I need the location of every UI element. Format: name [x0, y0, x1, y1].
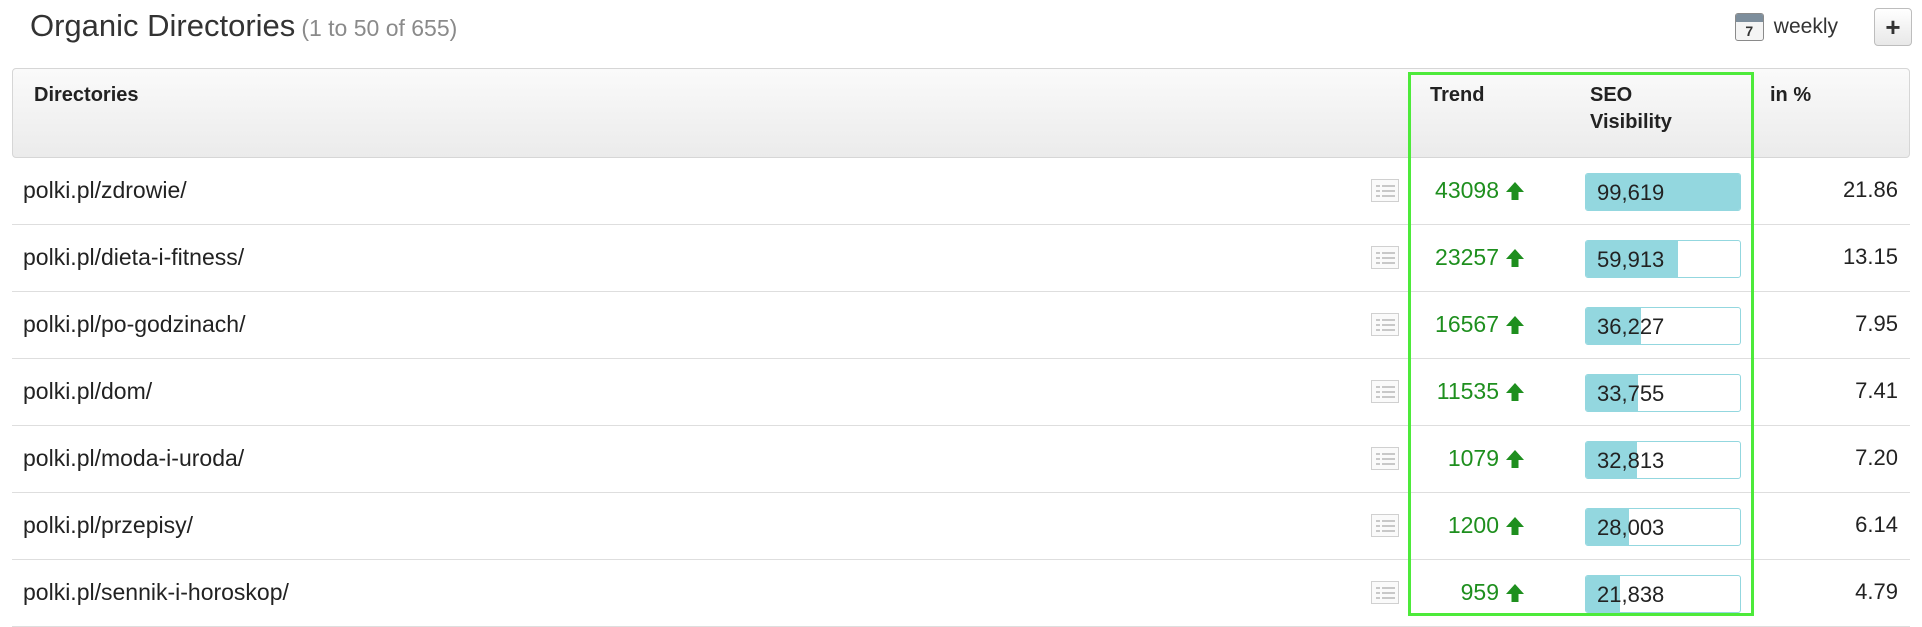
trend-value: 1200 — [1448, 512, 1525, 539]
list-detail-icon[interactable] — [1371, 514, 1399, 537]
list-detail-icon[interactable] — [1371, 246, 1399, 269]
seo-visibility-bar: 36,227 — [1585, 307, 1741, 345]
directory-link[interactable]: polki.pl/zdrowie/ — [23, 177, 187, 204]
seo-visibility-bar: 28,003 — [1585, 508, 1741, 546]
seo-visibility-value: 36,227 — [1597, 314, 1665, 339]
trend-number: 23257 — [1435, 244, 1499, 270]
percent-value: 6.14 — [1855, 512, 1898, 537]
seo-visibility-value: 59,913 — [1597, 247, 1665, 272]
trend-number: 959 — [1460, 579, 1499, 605]
trend-value: 959 — [1461, 579, 1525, 606]
directory-link[interactable]: polki.pl/sennik-i-horoskop/ — [23, 579, 289, 606]
seo-visibility-bar: 32,813 — [1585, 441, 1741, 479]
arrow-up-icon — [1506, 181, 1524, 200]
directories-table: Directories Trend SEO Visibility in % po… — [12, 68, 1910, 627]
arrow-up-icon — [1506, 516, 1524, 535]
column-header-directories[interactable]: Directories — [34, 82, 139, 109]
seo-visibility-bar: 59,913 — [1585, 240, 1741, 278]
interval-label: weekly — [1773, 15, 1838, 38]
percent-value: 7.95 — [1855, 311, 1898, 336]
seo-visibility-value: 28,003 — [1597, 515, 1665, 540]
trend-value: 23257 — [1435, 244, 1525, 271]
page-title: Organic Directories (1 to 50 of 655) — [30, 8, 457, 44]
table-header: Directories Trend SEO Visibility in % — [12, 68, 1910, 158]
trend-value: 43098 — [1435, 177, 1525, 204]
calendar-icon: 7 — [1734, 13, 1764, 41]
plus-icon: + — [1885, 11, 1901, 42]
percent-value: 21.86 — [1842, 177, 1898, 202]
seo-visibility-value: 99,619 — [1597, 180, 1665, 205]
arrow-up-icon — [1506, 315, 1524, 334]
seo-visibility-value: 32,813 — [1597, 448, 1665, 473]
directory-link[interactable]: polki.pl/dom/ — [23, 378, 152, 405]
directory-link[interactable]: polki.pl/przepisy/ — [23, 512, 193, 539]
directory-link[interactable]: polki.pl/moda-i-uroda/ — [23, 445, 244, 472]
table-body: polki.pl/zdrowie/ 43098 99,619 21.86 pol… — [12, 158, 1910, 627]
trend-number: 11535 — [1436, 378, 1499, 404]
result-range: (1 to 50 of 655) — [301, 15, 458, 41]
list-detail-icon[interactable] — [1371, 581, 1399, 604]
list-detail-icon[interactable] — [1371, 380, 1399, 403]
seo-visibility-bar: 99,619 — [1585, 173, 1741, 211]
list-detail-icon[interactable] — [1371, 447, 1399, 470]
trend-value: 16567 — [1435, 311, 1525, 338]
directory-link[interactable]: polki.pl/po-godzinach/ — [23, 311, 245, 338]
trend-number: 1200 — [1447, 512, 1499, 538]
trend-value: 1079 — [1448, 445, 1525, 472]
seo-visibility-value: 33,755 — [1597, 381, 1665, 406]
interval-selector[interactable]: 7 weekly — [1734, 13, 1838, 41]
seo-visibility-bar: 33,755 — [1585, 374, 1741, 412]
table-row: polki.pl/moda-i-uroda/ 1079 32,813 7.20 — [12, 426, 1910, 493]
table-row: polki.pl/dom/ 11535 33,755 7.41 — [12, 359, 1910, 426]
trend-number: 1079 — [1447, 445, 1499, 471]
column-header-trend[interactable]: Trend — [1430, 82, 1484, 109]
seo-visibility-value: 21,838 — [1597, 582, 1665, 607]
table-row: polki.pl/przepisy/ 1200 28,003 6.14 — [12, 493, 1910, 560]
arrow-up-icon — [1506, 583, 1524, 602]
column-header-in-percent[interactable]: in % — [1770, 82, 1811, 109]
add-button[interactable]: + — [1874, 8, 1912, 46]
table-row: polki.pl/zdrowie/ 43098 99,619 21.86 — [12, 158, 1910, 225]
arrow-up-icon — [1506, 449, 1524, 468]
trend-number: 16567 — [1435, 311, 1499, 337]
percent-value: 7.41 — [1855, 378, 1898, 403]
seo-visibility-bar: 21,838 — [1585, 575, 1741, 613]
list-detail-icon[interactable] — [1371, 313, 1399, 336]
column-header-seo-visibility[interactable]: SEO Visibility — [1590, 82, 1700, 136]
table-row: polki.pl/po-godzinach/ 16567 36,227 7.95 — [12, 292, 1910, 359]
table-row: polki.pl/sennik-i-horoskop/ 959 21,838 4… — [12, 560, 1910, 627]
directory-link[interactable]: polki.pl/dieta-i-fitness/ — [23, 244, 244, 271]
percent-value: 13.15 — [1842, 244, 1898, 269]
trend-number: 43098 — [1435, 177, 1499, 203]
arrow-up-icon — [1506, 382, 1524, 401]
table-row: polki.pl/dieta-i-fitness/ 23257 59,913 1… — [12, 225, 1910, 292]
list-detail-icon[interactable] — [1371, 179, 1399, 202]
trend-value: 11535 — [1437, 378, 1525, 405]
page-title-text: Organic Directories — [30, 8, 296, 43]
percent-value: 7.20 — [1855, 445, 1898, 470]
percent-value: 4.79 — [1855, 579, 1898, 604]
arrow-up-icon — [1506, 248, 1524, 267]
